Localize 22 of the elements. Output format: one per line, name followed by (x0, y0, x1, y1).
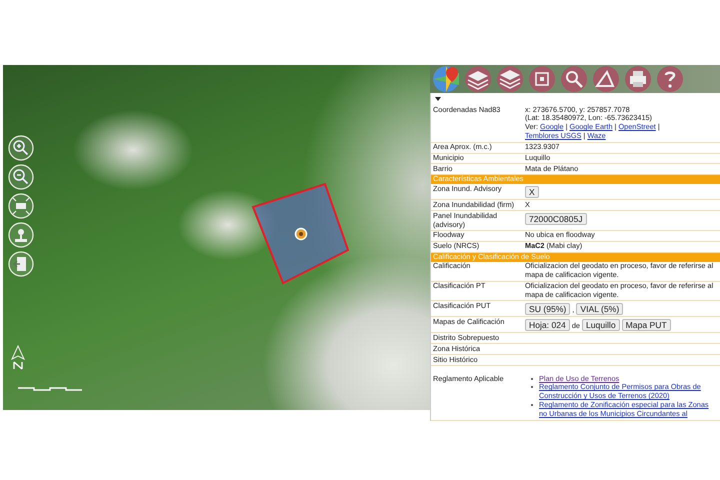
north-arrow-icon (10, 345, 26, 371)
zoom-out-icon[interactable] (8, 164, 34, 190)
layers-icon[interactable] (496, 65, 524, 93)
exit-door-icon[interactable] (8, 251, 34, 277)
value-button[interactable]: VIAL (5%) (576, 302, 624, 315)
value-button[interactable]: SU (95%) (525, 302, 570, 315)
full-extent-icon[interactable] (8, 193, 34, 219)
value-button[interactable]: Hoja: 024 (525, 318, 570, 331)
satellite-map[interactable] (3, 65, 430, 410)
frame-select-icon[interactable] (528, 65, 556, 93)
zoom-in-icon[interactable] (8, 135, 34, 161)
search-icon[interactable] (560, 65, 588, 93)
value-button[interactable]: 72000C0805J (525, 212, 587, 225)
layers-icon[interactable] (464, 65, 492, 93)
value-button[interactable]: X (525, 186, 539, 198)
scale-bar (17, 386, 83, 391)
value-button[interactable]: Luquillo (582, 318, 620, 331)
help-icon[interactable] (656, 65, 684, 93)
target-marker-icon (294, 228, 308, 240)
dropdown-caret-icon[interactable] (435, 97, 441, 101)
printer-icon[interactable] (624, 65, 652, 93)
value-button[interactable]: Mapa PUT (622, 318, 671, 331)
